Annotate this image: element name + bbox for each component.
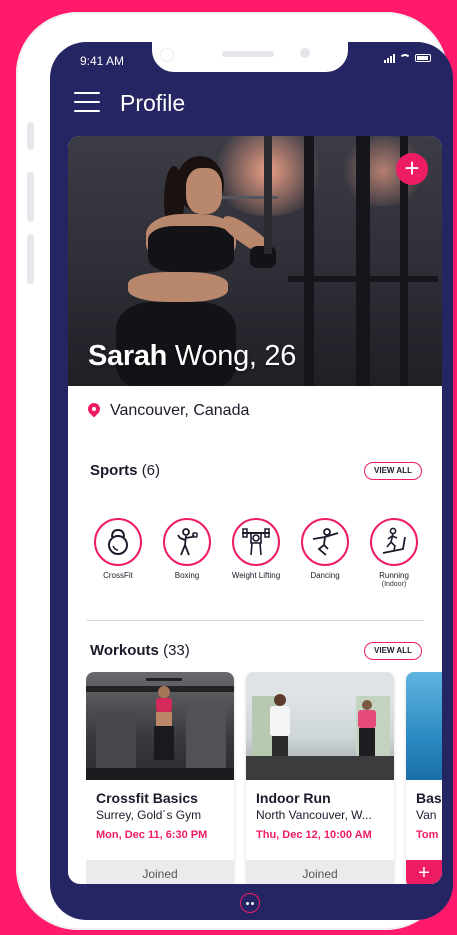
workout-title: Bas [416,790,442,806]
last-name-age: Wong, 26 [174,340,297,372]
sport-label: Boxing [174,571,200,580]
profile-card: Sarah Wong, 26 + Vancouver, Canada Sport… [68,136,442,884]
join-workout-button[interactable]: + [406,860,442,884]
workouts-heading: Workouts (33) [90,642,190,659]
workouts-view-all-button[interactable]: VIEW ALL [364,642,422,660]
sport-label: Running [379,571,409,580]
sport-label: Dancing [310,571,340,580]
workout-card-indoor-run[interactable]: Indoor Run North Vancouver, W... Thu, De… [246,672,394,884]
volume-down-button [27,234,34,284]
workout-card-crossfit[interactable]: Crossfit Basics Surrey, Gold´s Gym Mon, … [86,672,234,884]
status-icons [384,53,431,63]
sports-heading: Sports (6) [90,462,160,479]
dancing-icon [301,518,349,566]
sport-label: Weight Lifting [231,571,281,580]
workout-photo [246,672,394,780]
divider [86,620,424,621]
wifi-icon [399,54,411,62]
signal-icon [384,53,395,63]
sports-list: CrossFit Boxing Weight Lifting Dancing R… [86,518,426,588]
menu-icon[interactable] [74,92,100,114]
workout-location: North Vancouver, W... [256,808,372,822]
workout-location: Surrey, Gold´s Gym [96,808,202,822]
workout-photo [86,672,234,780]
sport-sublabel: (Indoor) [381,581,407,588]
first-name: Sarah [88,340,168,372]
sport-item-running[interactable]: Running (Indoor) [362,518,426,588]
workout-card-partial[interactable]: Bas Van Tom + [406,672,442,884]
workout-date: Tom [416,829,439,841]
sports-count: (6) [141,462,161,479]
volume-up-button [27,172,34,222]
sport-item-dancing[interactable]: Dancing [293,518,357,588]
notch [152,42,348,72]
mute-switch [27,122,34,150]
joined-status[interactable]: Joined [246,860,394,884]
app-header: Profile [50,88,453,128]
workout-location: Van [416,808,437,822]
workout-title: Indoor Run [256,790,331,806]
location-row: Vancouver, Canada [88,402,249,420]
page-title: Profile [120,90,186,116]
weightlifting-icon [232,518,280,566]
sport-item-crossfit[interactable]: CrossFit [86,518,150,588]
add-button[interactable]: + [396,153,428,185]
kettlebell-icon [94,518,142,566]
profile-photo: Sarah Wong, 26 + [68,136,442,386]
workouts-heading-label: Workouts [90,642,159,659]
workout-date: Thu, Dec 12, 10:00 AM [256,829,372,841]
sport-label: CrossFit [103,571,133,580]
workout-title: Crossfit Basics [96,790,198,806]
phone-frame: 9:41 AM Profile Sarah Wong, 26 + Vancouv… [16,12,453,930]
sport-item-weight-lifting[interactable]: Weight Lifting [224,518,288,588]
workouts-carousel[interactable]: Crossfit Basics Surrey, Gold´s Gym Mon, … [86,672,442,884]
workout-photo [406,672,442,780]
workout-date: Mon, Dec 11, 6:30 PM [96,829,208,841]
boxing-icon [163,518,211,566]
status-time: 9:41 AM [80,54,125,68]
location-text: Vancouver, Canada [110,402,250,419]
sport-item-boxing[interactable]: Boxing [155,518,219,588]
sports-view-all-button[interactable]: VIEW ALL [364,462,422,480]
workouts-count: (33) [163,642,190,659]
profile-name: Sarah Wong, 26 [88,340,296,373]
treadmill-icon [370,518,418,566]
page-dots-icon[interactable] [240,893,260,913]
screen: 9:41 AM Profile Sarah Wong, 26 + Vancouv… [50,42,453,920]
sports-heading-label: Sports [90,462,138,479]
battery-icon [415,54,431,62]
joined-status[interactable]: Joined [86,860,234,884]
location-pin-icon [88,403,100,419]
